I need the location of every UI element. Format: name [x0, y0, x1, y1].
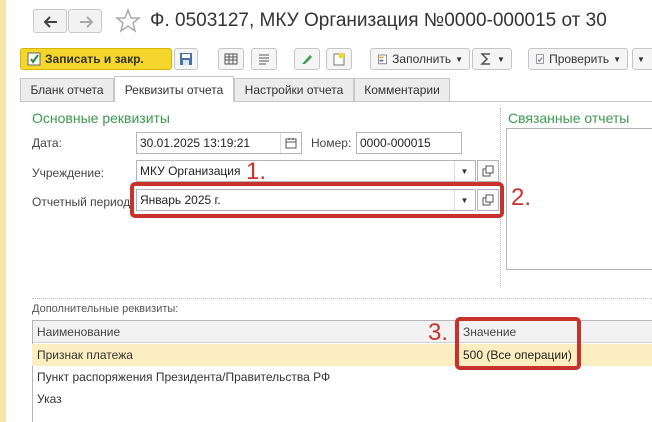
- check-doc-icon: [536, 54, 544, 64]
- annotation-box-period: [130, 182, 504, 218]
- chevron-down-icon: ▼: [637, 54, 645, 64]
- date-value: 30.01.2025 13:19:21: [140, 136, 251, 150]
- favorite-star-icon[interactable]: [114, 7, 142, 35]
- fill-button[interactable]: Заполнить ▼: [370, 48, 470, 70]
- arrow-right-icon: [80, 16, 94, 28]
- chevron-down-icon: ▼: [497, 54, 505, 64]
- more-button[interactable]: ▼: [632, 48, 652, 70]
- sum-button[interactable]: ▼: [472, 48, 512, 70]
- sigma-icon: [480, 53, 490, 65]
- additional-title: Дополнительные реквизиты:: [32, 303, 179, 315]
- related-title: Связанные отчеты: [508, 110, 630, 126]
- section-title: Основные реквизиты: [32, 110, 170, 126]
- save-and-close-label: Записать и закр.: [45, 52, 144, 66]
- row-name: Указ: [37, 392, 62, 406]
- document-view-button[interactable]: [251, 48, 277, 70]
- back-button[interactable]: [33, 9, 67, 33]
- left-panel-strip: [0, 0, 6, 422]
- number-field[interactable]: 0000-000015: [356, 132, 462, 154]
- date-field[interactable]: 30.01.2025 13:19:21: [136, 132, 302, 154]
- fill-icon: [378, 54, 387, 65]
- number-value: 0000-000015: [360, 136, 431, 150]
- column-header-name[interactable]: Наименование: [37, 325, 120, 339]
- org-field[interactable]: МКУ Организация: [136, 160, 476, 182]
- save-doc-icon: [27, 52, 41, 66]
- lines-icon: [259, 54, 269, 65]
- open-window-icon: [482, 165, 494, 177]
- tab-report-settings[interactable]: Настройки отчета: [234, 78, 354, 101]
- table-icon: [224, 53, 238, 65]
- calendar-icon[interactable]: [280, 133, 300, 153]
- save-button[interactable]: [174, 48, 198, 70]
- annotation-number-3: 3.: [428, 319, 449, 346]
- chevron-down-icon: ▼: [613, 54, 621, 64]
- org-open-button[interactable]: [477, 160, 499, 182]
- number-label: Номер:: [311, 136, 352, 150]
- edit-button[interactable]: [294, 48, 320, 70]
- annotation-box-value: [455, 317, 581, 370]
- org-label: Учреждение:: [32, 166, 105, 180]
- pencil-icon: [302, 55, 312, 64]
- tab-report-details[interactable]: Реквизиты отчета: [114, 76, 234, 102]
- row-name: Признак платежа: [37, 348, 133, 362]
- org-dropdown-icon[interactable]: ▼: [454, 161, 474, 181]
- org-value: МКУ Организация: [140, 164, 241, 178]
- row-name: Пункт распоряжения Президента/Правительс…: [37, 370, 331, 384]
- period-label: Отчетный период:: [32, 195, 134, 209]
- floppy-icon: [180, 53, 192, 65]
- table-row[interactable]: Указ: [32, 388, 652, 410]
- additional-divider: [32, 298, 652, 299]
- page-title: Ф. 0503127, МКУ Организация №0000-000015…: [150, 10, 607, 31]
- chevron-down-icon: ▼: [455, 54, 463, 64]
- date-label: Дата:: [32, 136, 62, 150]
- annotation-number-1: 1.: [246, 158, 267, 185]
- annotation-number-2: 2.: [511, 184, 532, 211]
- note-icon: [333, 53, 345, 66]
- forward-button[interactable]: [68, 9, 102, 33]
- arrow-left-icon: [43, 16, 57, 28]
- check-button[interactable]: Проверить ▼: [528, 48, 628, 70]
- tab-report-form[interactable]: Бланк отчета: [20, 78, 114, 101]
- save-and-close-button[interactable]: Записать и закр.: [20, 48, 172, 70]
- table-view-button[interactable]: [218, 48, 244, 70]
- tab-comments[interactable]: Комментарии: [354, 78, 450, 101]
- check-label: Проверить: [549, 52, 610, 66]
- fill-label: Заполнить: [392, 52, 452, 66]
- note-button[interactable]: [326, 48, 352, 70]
